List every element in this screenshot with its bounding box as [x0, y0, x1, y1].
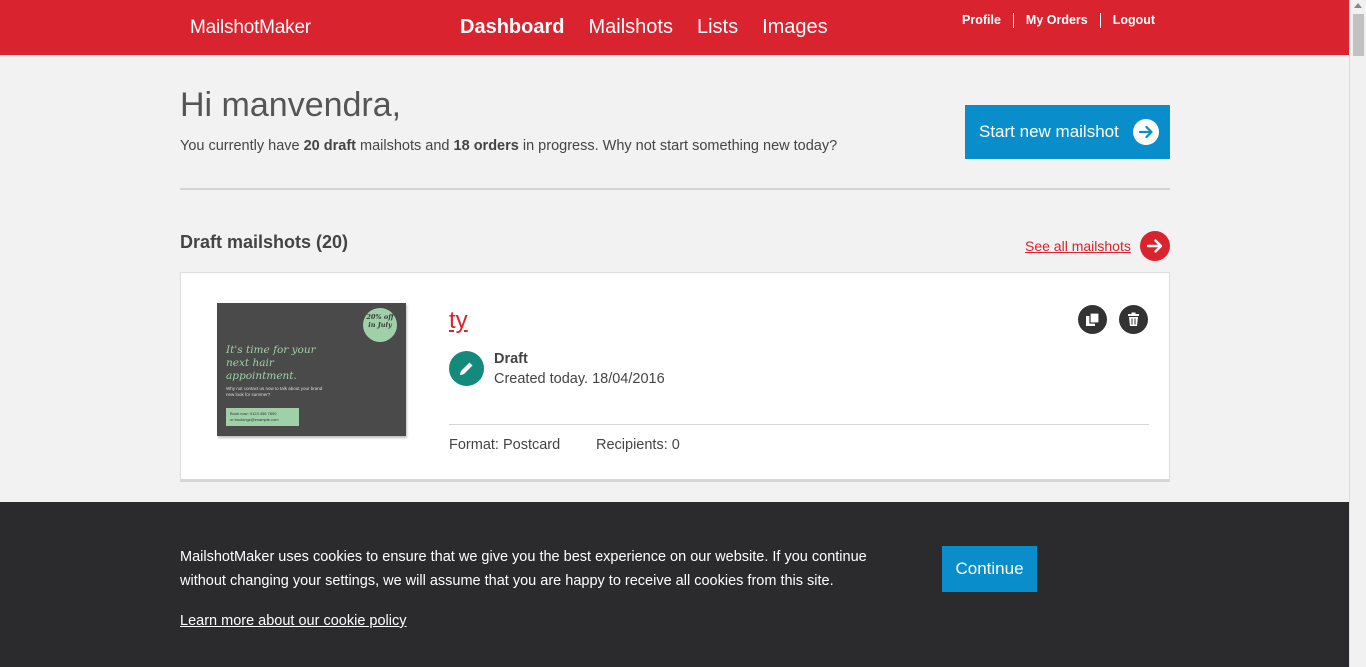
card-divider — [449, 424, 1149, 425]
mailshot-thumbnail[interactable]: 20% off in July It's time for your next … — [217, 303, 406, 436]
main-nav: Dashboard Mailshots Lists Images — [460, 16, 828, 39]
draft-section-title: Draft mailshots (20) — [180, 232, 349, 252]
copy-button[interactable] — [1078, 305, 1107, 334]
cookie-banner: MailshotMaker uses cookies to ensure tha… — [0, 502, 1349, 667]
draft-title-link[interactable]: ty — [449, 307, 468, 335]
cookie-policy-link[interactable]: Learn more about our cookie policy — [180, 613, 407, 629]
draft-count: 20 draft — [303, 138, 356, 154]
arrow-right-icon — [1133, 119, 1159, 145]
nav-mailshots[interactable]: Mailshots — [588, 16, 672, 39]
scroll-up-icon[interactable] — [1354, 3, 1362, 8]
logout-link[interactable]: Logout — [1099, 13, 1167, 28]
top-header: MailshotMaker Dashboard Mailshots Lists … — [0, 0, 1349, 55]
cookie-message: MailshotMaker uses cookies to ensure tha… — [180, 549, 867, 589]
continue-button[interactable]: Continue — [942, 546, 1037, 592]
status-label: Draft — [494, 351, 528, 367]
see-all-mailshots-link[interactable]: See all mailshots — [1025, 238, 1131, 254]
scroll-thumb[interactable] — [1353, 14, 1364, 56]
delete-button[interactable] — [1119, 305, 1148, 334]
greeting-heading: Hi manvendra, — [180, 86, 402, 124]
nav-lists[interactable]: Lists — [697, 16, 738, 39]
summary-middle: mailshots and — [356, 138, 454, 154]
start-button-label: Start new mailshot — [979, 122, 1119, 141]
thumbnail-badge: 20% off in July — [363, 308, 397, 342]
nav-dashboard[interactable]: Dashboard — [460, 16, 564, 39]
thumbnail-box-line2: or bookings@example.com — [230, 417, 279, 422]
recipients-text: Recipients: 0 — [596, 437, 680, 453]
order-count: 18 orders — [453, 138, 519, 154]
logo[interactable]: MailshotMaker — [190, 17, 311, 39]
user-nav: Profile My Orders Logout — [962, 13, 1167, 28]
summary-text: You currently have 20 draft mailshots an… — [180, 138, 837, 154]
pencil-icon — [449, 351, 484, 386]
page-scrollbar[interactable] — [1349, 0, 1366, 667]
created-date: Created today. 18/04/2016 — [494, 371, 665, 387]
format-text: Format: Postcard — [449, 437, 561, 453]
thumbnail-body: Why not contact us now to talk about you… — [226, 386, 323, 397]
start-new-mailshot-button[interactable]: Start new mailshot — [965, 105, 1170, 159]
nav-images[interactable]: Images — [762, 16, 828, 39]
summary-suffix: in progress. Why not start something new… — [518, 138, 838, 154]
my-orders-link[interactable]: My Orders — [1012, 13, 1100, 28]
summary-prefix: You currently have — [180, 138, 304, 154]
arrow-right-icon[interactable] — [1140, 231, 1170, 261]
thumbnail-headline: It's time for your next hair appointment… — [226, 344, 316, 382]
profile-link[interactable]: Profile — [962, 13, 1013, 28]
section-divider — [180, 188, 1170, 190]
thumbnail-contact-box: Book now: 0123 456 7890 or bookings@exam… — [226, 408, 299, 426]
